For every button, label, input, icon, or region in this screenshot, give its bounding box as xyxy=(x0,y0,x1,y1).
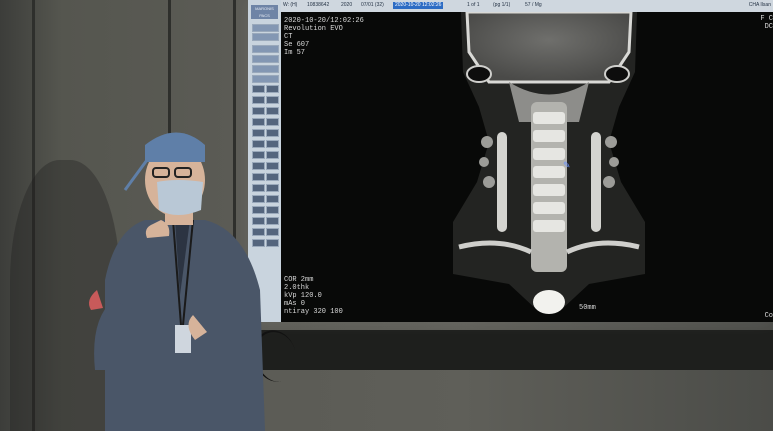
slice-thickness: 2.0thk xyxy=(284,284,310,292)
toolbar-button[interactable] xyxy=(252,24,279,32)
presenter-surgeon xyxy=(89,132,265,431)
toolbar-button[interactable] xyxy=(252,33,279,41)
pacs-logo: MARONIS PACS xyxy=(251,5,278,19)
screen-base-rail xyxy=(255,330,773,370)
toolbar-button[interactable] xyxy=(252,107,265,115)
scale-bar-label: 50mm xyxy=(579,304,596,312)
page-count: (pg 1/1) xyxy=(493,2,511,8)
ct-coronal-neck-image xyxy=(453,12,645,314)
lecture-scene: MARONIS PACS W: (H) 10838642 2020 07/01 … xyxy=(0,0,773,431)
toolbar-button[interactable] xyxy=(252,75,279,83)
toolbar-button[interactable] xyxy=(252,45,279,53)
page-indicator: 1 of 1 xyxy=(467,2,480,8)
projection-screen: MARONIS PACS W: (H) 10838642 2020 07/01 … xyxy=(248,0,773,322)
study-tab[interactable]: 2020-10-20 12:02:26 xyxy=(393,2,444,9)
toolbar-button[interactable] xyxy=(252,96,265,104)
study-year: 2020 xyxy=(341,2,353,8)
modality: CT xyxy=(284,33,293,41)
scanner-model: Revolution EVO xyxy=(284,25,343,33)
toolbar-button[interactable] xyxy=(266,107,279,115)
overlay-top-right-line: DC xyxy=(764,23,773,31)
scan-datetime: 2020-10-20/12:02:26 xyxy=(284,17,364,25)
patient-id-label: W: (H) xyxy=(283,2,298,8)
overlay-top-right-line: F C xyxy=(760,15,773,23)
image-number: Im 57 xyxy=(284,49,306,57)
series-number: Se 607 xyxy=(284,41,310,49)
toolbar-button[interactable] xyxy=(266,96,279,104)
contrast-agent: ntiray 320 100 xyxy=(284,308,343,316)
kvp-value: kVp 120.0 xyxy=(284,292,322,300)
overlay-top-right: F C DC xyxy=(760,15,773,31)
ct-image-viewer[interactable]: 2020-10-20/12:02:26 Revolution EVO CT Se 60… xyxy=(281,12,773,322)
toolbar-button[interactable] xyxy=(252,65,279,73)
image-count: 57 / Mg xyxy=(525,2,542,8)
toolbar-button[interactable] xyxy=(252,85,265,93)
toolbar-button[interactable] xyxy=(266,85,279,93)
hospital-label: CHA Ilsan xyxy=(748,2,771,8)
mas-value: mAs 0 xyxy=(284,300,306,308)
toolbar-button[interactable] xyxy=(252,55,279,63)
overlay-bottom-left: COR 2mm 2.0thk kVp 120.0 mAs 0 ntiray 320 10… xyxy=(284,276,343,316)
overlay-bottom-right: Co xyxy=(764,312,773,320)
overlay-top-left: 2020-10-20/12:02:26 Revolution EVO CT Se 60… xyxy=(284,17,364,57)
plane-info: COR 2mm xyxy=(284,276,314,284)
patient-id: 10838642 xyxy=(307,2,330,8)
study-date: 07/01 (32) xyxy=(361,2,384,8)
mouse-cursor-icon: ✎ xyxy=(563,160,571,170)
